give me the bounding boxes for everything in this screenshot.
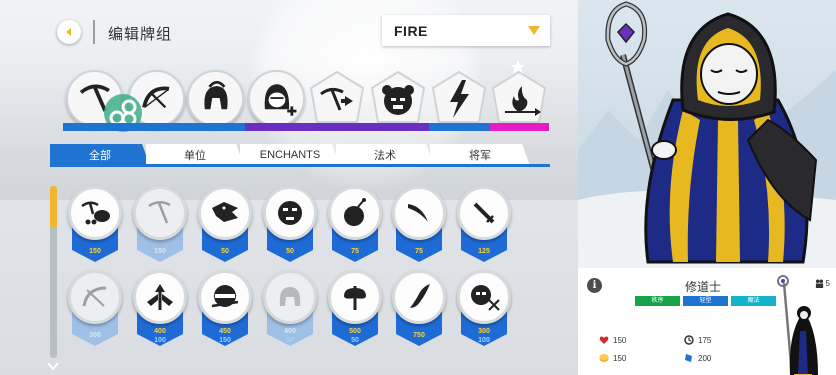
stick-head-icon [278,201,302,225]
hooded-add-icon [264,84,297,116]
mana-crystal-icon [685,354,692,362]
heart-icon [599,336,609,344]
angry-bear-icon [370,70,426,123]
deck-slot-4[interactable] [248,70,305,127]
stat-health: 150 [599,335,626,345]
card[interactable]: 75 [328,186,382,266]
deck-slot-5[interactable] [309,70,366,127]
card[interactable]: 450 150 [198,270,252,350]
deck-builder-panel: 编辑牌组 FIRE 全部 单位 ENCHANTS 法术 将军 150 150 5… [0,0,578,375]
unit-detail-panel: i 修道士 5 秩序 轻型 魔法 150 175 150 200 [578,0,836,375]
tag-order: 秩序 [635,296,680,306]
unit-info-card: i 修道士 5 秩序 轻型 魔法 150 175 150 200 [578,268,836,375]
unit-mini-portrait [777,275,818,375]
winged-arrow-icon [147,284,173,310]
scroll-down-icon[interactable] [47,361,59,371]
card[interactable]: 300 100 [457,270,511,350]
sword-icon [473,202,495,224]
miner-cart-icon [81,201,110,225]
pickaxe-arrow-icon [309,70,365,123]
stat-gold: 150 [599,353,626,363]
flame-blade-icon [410,284,430,308]
tab-all[interactable]: 全部 [50,144,150,166]
card[interactable]: 150 [68,186,122,266]
skull-crossbones-icon [471,285,500,311]
deck-slot-3[interactable] [187,70,244,127]
dragon-head-icon [212,202,238,222]
spartan-helmet-icon [204,80,228,110]
tag-light: 轻型 [683,296,728,306]
deck-bar-blue [63,123,245,131]
card[interactable]: 125 [457,186,511,266]
tab-enchants[interactable]: ENCHANTS [240,144,340,166]
clock-icon [684,335,694,345]
deck-slot-8[interactable] [491,70,548,127]
tab-generals[interactable]: 将军 [430,144,530,166]
magikill-wizard-illustration [578,1,836,268]
card[interactable]: 400 50 [263,270,317,350]
deck-bar-purple [245,123,429,131]
pickaxe-icon [148,201,171,224]
tab-underline [50,164,550,167]
bomb-icon [344,198,366,226]
card[interactable]: 50 [263,186,317,266]
game-screen: 编辑牌组 FIRE 全部 单位 ENCHANTS 法术 将军 150 150 5… [0,0,836,375]
scrollbar-thumb[interactable] [50,186,57,228]
back-arrow-icon [66,28,71,36]
axe-icon [344,286,366,310]
bow-icon [82,286,107,307]
card[interactable]: 75 [392,186,446,266]
unit-artwork [578,0,836,268]
fire-arrow-icon [491,70,547,123]
header-divider [93,20,95,44]
lightning-icon [431,70,487,123]
chevron-down-icon [528,26,540,35]
deck-bar-blue-2 [429,123,490,131]
deck-bar-magenta [490,123,549,131]
card[interactable]: 300 [68,270,122,350]
card[interactable]: 150 [133,186,187,266]
ninja-head-icon [211,285,239,308]
deck-slot-7[interactable] [431,70,488,127]
star-icon [511,60,525,74]
page-title: 编辑牌组 [108,26,173,43]
deck-select-value: FIRE [394,22,428,39]
card[interactable]: 50 [198,186,252,266]
card[interactable]: 400 100 [133,270,187,350]
deck-slot-6[interactable] [370,70,427,127]
deck-select-dropdown[interactable]: FIRE [382,15,550,46]
helmet-icon [279,287,301,306]
back-button[interactable] [57,20,81,44]
tab-units[interactable]: 单位 [146,144,244,166]
stat-cooldown: 175 [684,335,711,345]
card[interactable]: 750 [392,270,446,350]
gold-icon [599,354,609,362]
stat-mana: 200 [684,353,711,363]
card[interactable]: 500 50 [328,270,382,350]
tab-spells[interactable]: 法术 [336,144,434,166]
scythe-icon [408,204,428,222]
